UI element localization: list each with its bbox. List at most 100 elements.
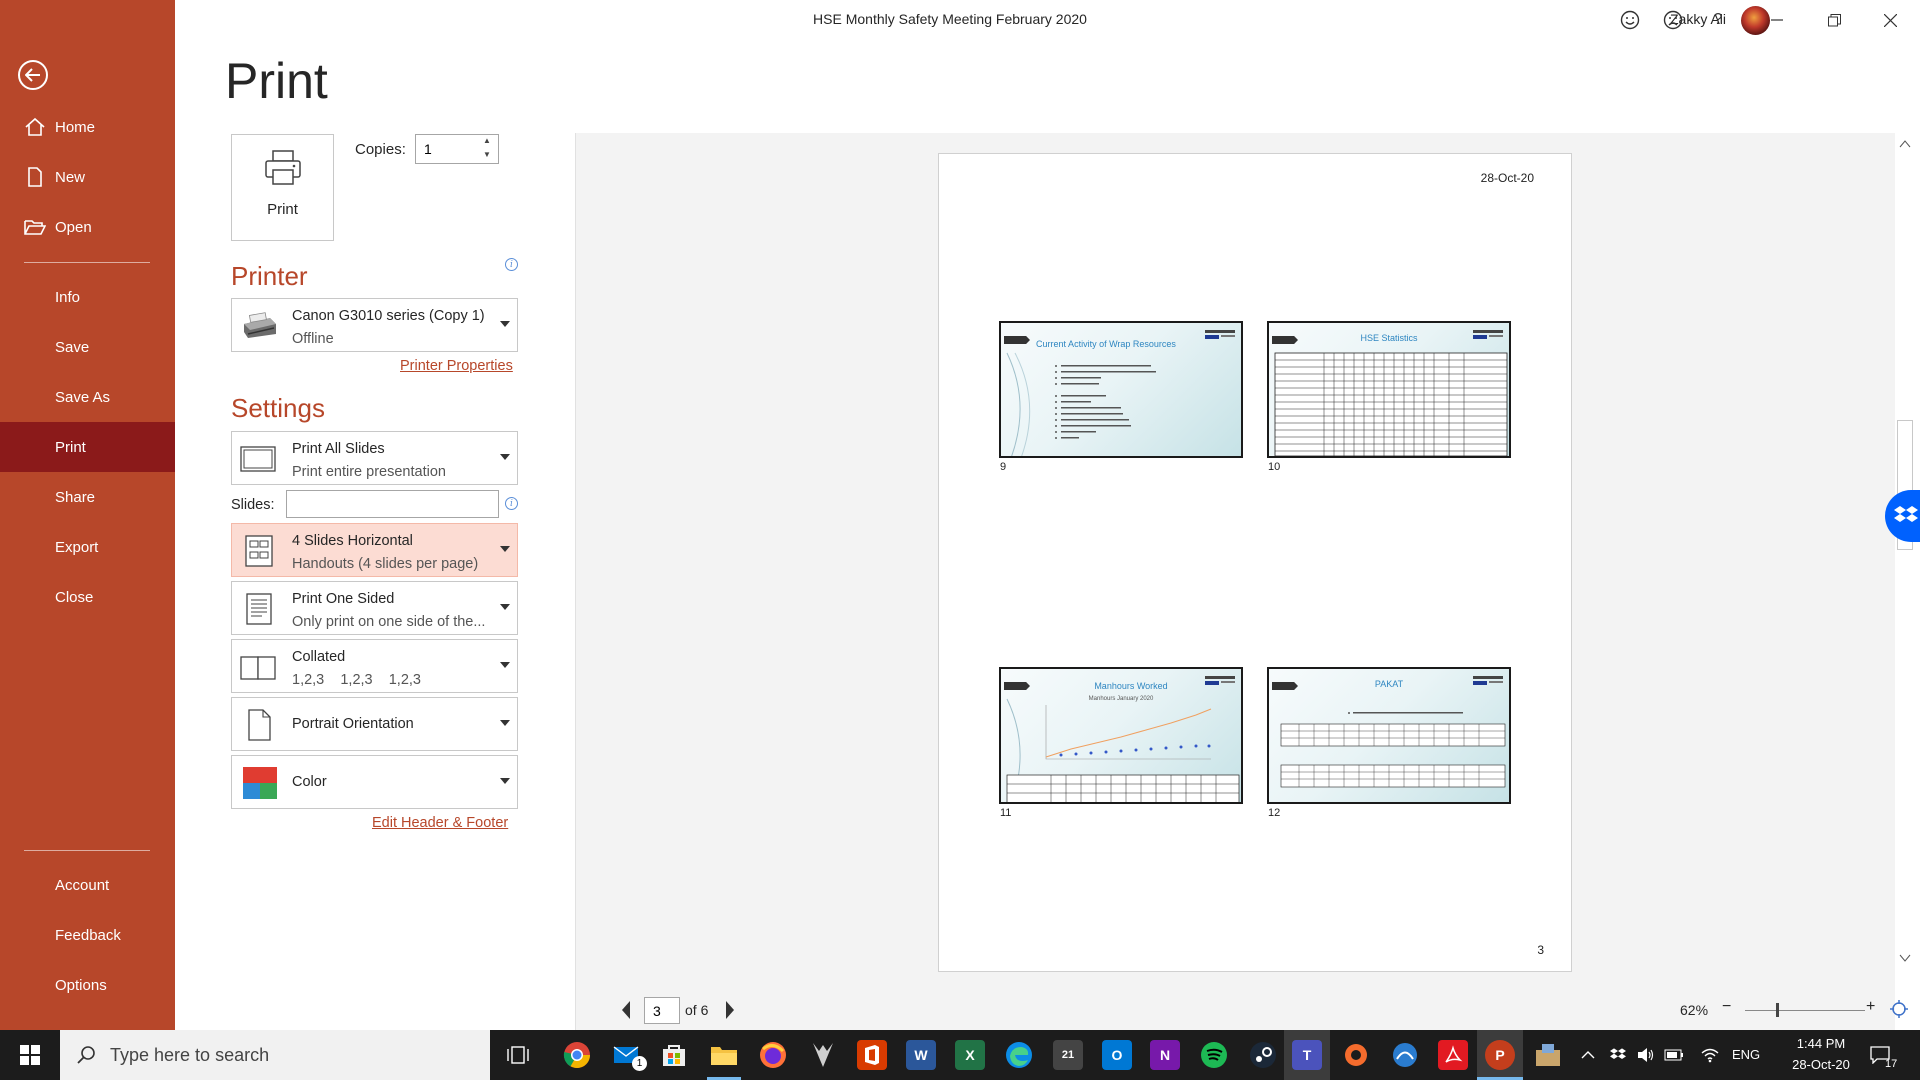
teams-icon[interactable]: T [1292, 1040, 1322, 1070]
nav-item-options[interactable]: Options [0, 960, 175, 1010]
sides-dropdown[interactable]: Print One Sided Only print on one side o… [231, 581, 518, 635]
search-icon [77, 1046, 95, 1064]
volume-icon[interactable] [1636, 1045, 1656, 1065]
zoom-in-icon[interactable]: + [1866, 998, 1875, 1016]
acrobat-icon[interactable] [1438, 1040, 1468, 1070]
slides-input[interactable] [286, 490, 499, 518]
cortana-app-icon[interactable] [1390, 1040, 1420, 1070]
spotify-icon[interactable] [1199, 1040, 1229, 1070]
task-view-icon[interactable] [507, 1044, 529, 1066]
collation-dropdown[interactable]: Collated 1,2,3 1,2,3 1,2,3 [231, 639, 518, 693]
close-icon[interactable] [1878, 8, 1902, 32]
info-icon[interactable]: i [505, 258, 518, 271]
firefox-icon[interactable] [758, 1040, 788, 1070]
slide-thumbnail[interactable]: HSE Statistics [1267, 321, 1511, 458]
nav-item-print[interactable]: Print [0, 422, 175, 472]
nav-item-save[interactable]: Save [0, 322, 175, 372]
nav-item-new[interactable]: New [0, 152, 175, 202]
nav-item-account[interactable]: Account [0, 860, 175, 910]
windows-start-icon[interactable] [0, 1030, 60, 1080]
page-number-input[interactable] [644, 997, 680, 1024]
office-icon[interactable] [857, 1040, 887, 1070]
preview-page-number: 3 [1537, 943, 1544, 957]
help-icon[interactable]: ? [1706, 8, 1730, 32]
file-explorer-icon[interactable] [709, 1040, 739, 1070]
settings-heading: Settings [231, 393, 325, 423]
zoom-level[interactable]: 62% [1680, 1002, 1708, 1018]
next-page-icon[interactable] [724, 1000, 736, 1020]
back-arrow-icon[interactable] [18, 60, 48, 90]
scroll-up-icon[interactable] [1899, 139, 1911, 149]
print-range-subtitle: Print entire presentation [292, 464, 446, 480]
clock-date[interactable]: 28-Oct-20 [1777, 1057, 1865, 1072]
frown-icon[interactable] [1661, 8, 1685, 32]
minimize-icon[interactable] [1765, 8, 1789, 32]
page-date: 28-Oct-20 [1480, 171, 1534, 185]
predator-icon[interactable] [808, 1040, 838, 1070]
printer-properties-link[interactable]: Printer Properties [400, 358, 513, 374]
manhours-chart [1006, 698, 1240, 802]
search-placeholder: Type here to search [110, 1045, 270, 1065]
slide-thumbnail[interactable]: Manhours Worked Manhours January 2020 [999, 667, 1243, 804]
nav-item-feedback[interactable]: Feedback [0, 910, 175, 960]
portrait-page-icon [248, 709, 271, 741]
wifi-icon[interactable] [1700, 1045, 1720, 1065]
printer-dropdown[interactable]: Canon G3010 series (Copy 1) Offline [231, 298, 518, 352]
zoom-slider[interactable] [1745, 1010, 1865, 1011]
slide-thumbnail[interactable]: Current Activity of Wrap Resources [999, 321, 1243, 458]
print-range-dropdown[interactable]: Print All Slides Print entire presentati… [231, 431, 518, 485]
orientation-dropdown[interactable]: Portrait Orientation [231, 697, 518, 751]
one-sided-icon [246, 593, 272, 625]
nav-item-close[interactable]: Close [0, 572, 175, 622]
nav-item-home[interactable]: Home [0, 102, 175, 152]
steam-icon[interactable] [1248, 1040, 1278, 1070]
slide-thumbnail[interactable]: PAKAT [1267, 667, 1511, 804]
zoom-out-icon[interactable]: − [1722, 998, 1731, 1016]
chrome-icon[interactable] [562, 1040, 592, 1070]
word-icon[interactable]: W [906, 1040, 936, 1070]
copies-down-icon[interactable]: ▼ [480, 150, 494, 162]
zoom-slider-thumb[interactable] [1776, 1003, 1779, 1017]
nav-item-info[interactable]: Info [0, 272, 175, 322]
scroll-down-icon[interactable] [1899, 953, 1911, 963]
battery-icon[interactable] [1664, 1045, 1684, 1065]
edit-header-footer-link[interactable]: Edit Header & Footer [372, 815, 508, 831]
chevron-down-icon [500, 546, 510, 552]
nav-item-save-as[interactable]: Save As [0, 372, 175, 422]
restore-icon[interactable] [1822, 8, 1846, 32]
print-button[interactable]: Print [231, 134, 334, 241]
nav-item-export[interactable]: Export [0, 522, 175, 572]
clock-time[interactable]: 1:44 PM [1783, 1036, 1859, 1051]
dropbox-tray-icon[interactable] [1608, 1045, 1628, 1065]
previous-page-icon[interactable] [620, 1000, 632, 1020]
excel-icon[interactable]: X [955, 1040, 985, 1070]
store-icon[interactable] [659, 1040, 689, 1070]
fit-to-window-icon[interactable] [1889, 999, 1909, 1019]
folder-open-icon [24, 220, 46, 235]
notification-count: 17 [1885, 1058, 1898, 1070]
collated-icon [240, 656, 276, 680]
layout-dropdown[interactable]: 4 Slides Horizontal Handouts (4 slides p… [231, 523, 518, 577]
color-dropdown[interactable]: Color [231, 755, 518, 809]
nav-item-open[interactable]: Open [0, 202, 175, 252]
slides-label: Slides: [231, 497, 275, 513]
origin-icon[interactable] [1341, 1040, 1371, 1070]
taskbar-search[interactable]: Type here to search [60, 1030, 490, 1080]
edge-icon[interactable] [1004, 1040, 1034, 1070]
info-icon[interactable]: i [505, 497, 518, 510]
chevron-up-icon[interactable] [1578, 1045, 1598, 1065]
powerpoint-icon[interactable]: P [1485, 1040, 1515, 1070]
nav-item-share[interactable]: Share [0, 472, 175, 522]
copies-up-icon[interactable]: ▲ [480, 136, 494, 148]
outlook-icon[interactable]: O [1102, 1040, 1132, 1070]
onenote-icon[interactable]: N [1150, 1040, 1180, 1070]
print-range-title: Print All Slides [292, 441, 385, 457]
calendar-icon[interactable]: 21 [1053, 1040, 1083, 1070]
slide-number: 12 [1268, 807, 1281, 819]
printer-status: Offline [292, 331, 334, 347]
nav-divider [24, 850, 150, 851]
smile-icon[interactable] [1618, 8, 1642, 32]
backup-app-icon[interactable] [1533, 1040, 1563, 1070]
language-indicator[interactable]: ENG [1732, 1047, 1760, 1062]
preview-scrollbar[interactable] [1895, 135, 1915, 969]
